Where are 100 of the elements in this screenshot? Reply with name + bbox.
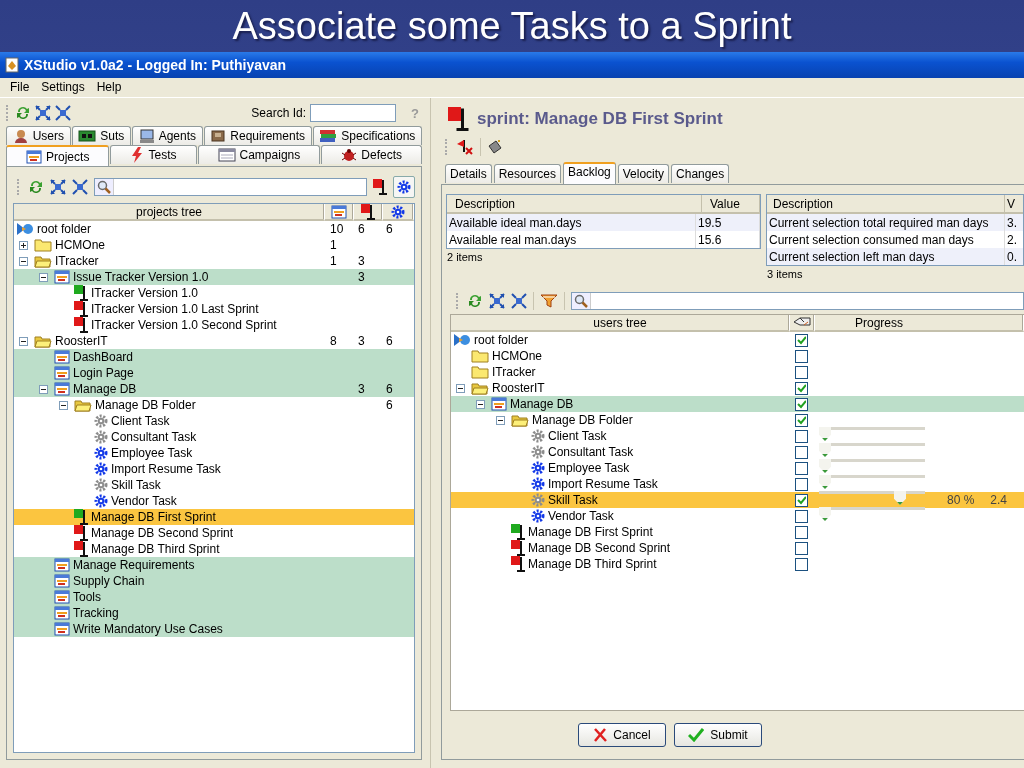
tree-item[interactable]: ITracker Version 1.0 Second Sprint bbox=[91, 318, 277, 332]
tree-item[interactable]: Employee Task bbox=[548, 461, 630, 475]
tree-item[interactable]: Vendor Task bbox=[548, 509, 614, 523]
tab[interactable]: Resources bbox=[493, 164, 562, 183]
tree-item[interactable]: Skill Task bbox=[548, 493, 598, 507]
checkbox[interactable] bbox=[794, 349, 808, 363]
tree-item[interactable]: Issue Tracker Version 1.0 bbox=[73, 270, 209, 284]
column-header[interactable] bbox=[354, 204, 383, 221]
tree-item[interactable]: ITracker bbox=[492, 365, 536, 379]
slider[interactable] bbox=[819, 491, 925, 505]
collapse-icon[interactable] bbox=[19, 336, 28, 346]
tree-item[interactable]: Tools bbox=[73, 590, 101, 604]
tree-item[interactable]: root folder bbox=[474, 333, 529, 347]
slider[interactable] bbox=[819, 475, 925, 489]
tab[interactable]: Tests bbox=[110, 145, 197, 164]
refresh-icon[interactable] bbox=[28, 179, 44, 195]
tree-item[interactable]: Manage DB Third Sprint bbox=[528, 557, 657, 571]
tree-item[interactable]: HCMOne bbox=[492, 349, 542, 363]
slider-thumb[interactable] bbox=[819, 459, 831, 473]
checkbox[interactable] bbox=[794, 381, 808, 395]
checkbox[interactable] bbox=[794, 397, 808, 411]
tree-item[interactable]: Consultant Task bbox=[111, 430, 197, 444]
tab[interactable]: Projects bbox=[6, 145, 110, 166]
collapse-icon[interactable] bbox=[456, 383, 465, 393]
collapse-all-icon[interactable] bbox=[511, 293, 527, 309]
tree-item[interactable]: Manage DB bbox=[73, 382, 137, 396]
column-header[interactable]: users tree bbox=[451, 315, 790, 332]
checkbox[interactable] bbox=[794, 477, 808, 491]
expand-all-icon[interactable] bbox=[35, 105, 51, 121]
checkbox[interactable] bbox=[794, 541, 808, 555]
checkbox[interactable] bbox=[794, 445, 808, 459]
menu-item[interactable]: File bbox=[4, 79, 36, 96]
slider-thumb[interactable] bbox=[819, 475, 831, 489]
refresh-icon[interactable] bbox=[15, 105, 31, 121]
tree-item[interactable]: Manage DB First Sprint bbox=[91, 510, 216, 524]
tree-item[interactable]: ITracker Version 1.0 Last Sprint bbox=[91, 302, 259, 316]
filter-field[interactable] bbox=[571, 292, 1024, 310]
tree-item[interactable]: RoosterIT bbox=[55, 334, 108, 348]
tree-item[interactable]: RoosterIT bbox=[492, 381, 545, 395]
slider[interactable] bbox=[819, 443, 925, 457]
tab[interactable]: Specifications bbox=[312, 126, 423, 145]
tree-item[interactable]: Client Task bbox=[548, 429, 607, 443]
tree-item[interactable]: Supply Chain bbox=[73, 574, 145, 588]
tree-item[interactable]: Employee Task bbox=[111, 446, 193, 460]
tab[interactable]: Requirements bbox=[203, 126, 312, 145]
tab[interactable]: Users bbox=[6, 126, 71, 145]
slider-thumb[interactable] bbox=[894, 491, 906, 505]
checkbox[interactable] bbox=[794, 509, 808, 523]
slider[interactable] bbox=[819, 427, 925, 441]
tab[interactable]: Changes bbox=[671, 164, 730, 183]
tree-item[interactable]: Vendor Task bbox=[111, 494, 177, 508]
tree-item[interactable]: Import Resume Task bbox=[111, 462, 221, 476]
search-field[interactable] bbox=[310, 104, 396, 122]
collapse-all-icon[interactable] bbox=[72, 179, 88, 195]
checkbox[interactable] bbox=[794, 365, 808, 379]
slider-thumb[interactable] bbox=[819, 427, 831, 441]
expand-all-icon[interactable] bbox=[489, 293, 505, 309]
tree-item[interactable]: Write Mandatory Use Cases bbox=[73, 622, 223, 636]
slider[interactable] bbox=[819, 459, 925, 473]
menu-item[interactable]: Settings bbox=[35, 79, 91, 96]
submit-button[interactable]: Submit bbox=[674, 723, 762, 747]
collapse-icon[interactable] bbox=[496, 415, 505, 425]
checkbox[interactable] bbox=[794, 413, 808, 427]
tab[interactable]: Campaigns bbox=[197, 145, 321, 164]
tree-item[interactable]: Login Page bbox=[73, 366, 134, 380]
tree-item[interactable]: Import Resume Task bbox=[548, 477, 658, 491]
slider-thumb[interactable] bbox=[819, 507, 831, 521]
tab[interactable]: Details bbox=[445, 164, 492, 183]
slider[interactable] bbox=[819, 507, 925, 521]
checkbox[interactable] bbox=[794, 525, 808, 539]
tree-item[interactable]: root folder bbox=[37, 222, 92, 236]
tree-item[interactable]: Skill Task bbox=[111, 478, 161, 492]
tree-item[interactable]: ITracker bbox=[55, 254, 99, 268]
checkbox[interactable] bbox=[794, 429, 808, 443]
collapse-icon[interactable] bbox=[39, 272, 48, 282]
slider-thumb[interactable] bbox=[819, 443, 831, 457]
checkbox[interactable] bbox=[794, 333, 808, 347]
column-header[interactable] bbox=[790, 315, 815, 332]
tree-item[interactable]: ITracker Version 1.0 bbox=[91, 286, 198, 300]
tree-item[interactable]: Manage DB Folder bbox=[532, 413, 633, 427]
tree-item[interactable]: HCMOne bbox=[55, 238, 105, 252]
refresh-icon[interactable] bbox=[467, 293, 483, 309]
collapse-icon[interactable] bbox=[59, 400, 68, 410]
tree-item[interactable]: Manage Requirements bbox=[73, 558, 195, 572]
checkbox[interactable] bbox=[794, 493, 808, 507]
filter-field[interactable] bbox=[94, 178, 367, 196]
tab[interactable]: Suts bbox=[71, 126, 131, 145]
tree-item[interactable]: Consultant Task bbox=[548, 445, 634, 459]
tree-item[interactable]: Manage DB Second Sprint bbox=[91, 526, 234, 540]
toggle-button[interactable] bbox=[393, 176, 415, 198]
tree-item[interactable]: Manage DB Folder bbox=[95, 398, 196, 412]
expand-icon[interactable] bbox=[19, 240, 28, 250]
collapse-icon[interactable] bbox=[476, 399, 485, 409]
checkbox[interactable] bbox=[794, 557, 808, 571]
tab[interactable]: Defects bbox=[321, 145, 422, 164]
cancel-button[interactable]: Cancel bbox=[578, 723, 666, 747]
tree-item[interactable]: Manage DB Third Sprint bbox=[91, 542, 220, 556]
flag-delete-icon[interactable] bbox=[456, 139, 474, 155]
tab[interactable]: Agents bbox=[132, 126, 203, 145]
menu-item[interactable]: Help bbox=[90, 79, 128, 96]
